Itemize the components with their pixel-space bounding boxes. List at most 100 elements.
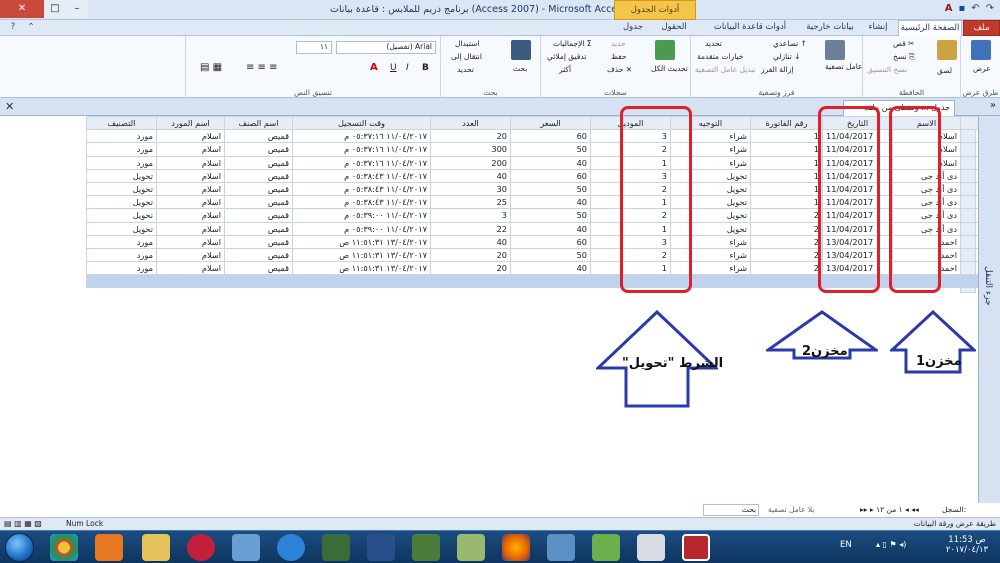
table-cell[interactable]: قميص (224, 142, 293, 157)
table-cell[interactable]: تحويل (86, 168, 157, 183)
table-cell[interactable]: ١١/٠٤/٢٠١٧ ٠٥:٣٨:٤٣ م (292, 195, 431, 210)
table-cell[interactable]: اسلام (156, 261, 225, 276)
table-cell[interactable]: اسلام (156, 234, 225, 249)
table-cell[interactable]: قميص (224, 247, 293, 263)
table-cell[interactable] (750, 274, 823, 289)
table-cell[interactable]: قميص (224, 261, 293, 276)
table-cell[interactable]: 3 (430, 208, 511, 223)
record-counter[interactable]: ◂◂ ◂ ١ من ١٢ ▸ ▸▸ (860, 505, 919, 514)
tab-file[interactable]: ملف (963, 20, 1000, 36)
tab-external-data[interactable]: بيانات خارجية (802, 20, 858, 36)
nav-pane-toggle-icon[interactable]: » (990, 100, 996, 111)
clock[interactable]: 11:53 ص ٢٠١٧/٠٤/١٣ (940, 535, 994, 555)
copy-button[interactable]: ⎘ نسخ (893, 52, 915, 62)
find-button[interactable]: بحث (513, 64, 527, 73)
table-cell[interactable]: اسلام (156, 247, 225, 263)
table-cell[interactable]: 300 (430, 142, 511, 157)
table-cell[interactable]: ١١/٠٤/٢٠١٧ ٠٥:٣٧:١٦ م (292, 155, 431, 170)
table-cell[interactable]: 60 (510, 129, 591, 144)
table-cell[interactable]: قميص (224, 208, 293, 223)
column-header[interactable]: العدد (430, 115, 511, 131)
filter-button[interactable]: عامل تصفية (825, 62, 863, 71)
table-cell[interactable]: 50 (510, 247, 591, 263)
tab-database-tools[interactable]: أدوات قاعدة البيانات (700, 20, 800, 36)
table-cell[interactable] (156, 274, 225, 289)
toggle-filter-button[interactable]: تبديل عامل التصفية (695, 65, 756, 74)
italic-button[interactable]: I (406, 63, 409, 73)
visual-basic-icon[interactable] (367, 534, 395, 561)
maximize-window-button[interactable]: □ (44, 0, 66, 18)
column-header[interactable]: التصنيف (86, 115, 157, 131)
spelling-button[interactable]: تدقيق إملائي (547, 52, 586, 61)
table-cell[interactable]: 40 (510, 195, 591, 210)
media-player-icon[interactable] (95, 534, 123, 561)
refresh-all-button[interactable]: تحديث الكل (651, 64, 688, 73)
gridlines-icon[interactable]: ▦ ▤ (200, 62, 222, 73)
notebook-icon[interactable] (547, 534, 575, 561)
view-switch-icons[interactable]: ▤ ▥ ▦ ▧ (4, 519, 42, 528)
table-cell[interactable]: مورد (86, 247, 157, 263)
table-cell[interactable]: 40 (430, 234, 511, 249)
tab-fields[interactable]: الحقول (652, 20, 696, 36)
align-buttons-icon[interactable]: ≡ ≡ ≡ (246, 62, 278, 73)
table-cell[interactable]: 50 (510, 142, 591, 157)
firefox-icon[interactable] (502, 534, 530, 561)
remove-sort-button[interactable]: إزالة الفرز (761, 65, 793, 74)
table-cell[interactable]: ١١/٠٤/٢٠١٧ ٠٥:٣٧:١٦ م (292, 129, 431, 144)
table-cell[interactable]: ١١/٠٤/٢٠١٧ ٠٥:٣٩:٠٠ م (292, 221, 431, 236)
table-cell[interactable]: 2 (750, 221, 823, 236)
undo-icon[interactable]: ↶ (971, 3, 979, 16)
table-cell[interactable]: اسلام (156, 221, 225, 236)
column-header[interactable]: اسم الصنف (224, 115, 293, 131)
table-cell[interactable]: ١١/٠٤/٢٠١٧ ٠٥:٣٩:٠٠ م (292, 208, 431, 223)
select-button[interactable]: تحديد (457, 65, 474, 74)
table-cell[interactable]: قميص (224, 168, 293, 183)
sort-descending-button[interactable]: ↓ تنازلي (773, 52, 800, 61)
table-cell[interactable]: 60 (510, 168, 591, 183)
table-cell[interactable]: اسلام (156, 142, 225, 157)
close-document-icon[interactable]: ✕ (5, 100, 14, 113)
paste-button[interactable]: لصق (937, 66, 952, 75)
table-cell[interactable]: 1 (750, 168, 823, 183)
save-record-button[interactable]: حفظ (611, 52, 627, 61)
table-cell[interactable]: تحويل (86, 221, 157, 236)
table-cell[interactable]: 1 (750, 195, 823, 210)
font-color-icon[interactable]: A (370, 62, 378, 73)
new-record-button[interactable]: جديد (611, 39, 626, 48)
mosque-app-icon[interactable] (412, 534, 440, 561)
tab-create[interactable]: إنشاء (858, 20, 898, 36)
table-cell[interactable]: قميص (224, 155, 293, 170)
table-cell[interactable]: ١١/٠٤/٢٠١٧ ٠٥:٣٨:٤٣ م (292, 168, 431, 183)
column-header[interactable]: وقت التسجيل (292, 115, 431, 131)
chrome-icon[interactable] (50, 534, 78, 561)
table-cell[interactable]: 2 (750, 247, 823, 263)
opera-icon[interactable] (187, 534, 215, 561)
table-cell[interactable] (292, 274, 431, 289)
table-cell[interactable]: 2 (750, 261, 823, 276)
table-cell[interactable]: 1 (750, 142, 823, 157)
underline-button[interactable]: U (390, 63, 397, 73)
filter-status[interactable]: بلا عامل تصفية (768, 505, 814, 514)
bluestacks-icon[interactable] (592, 534, 620, 561)
table-cell[interactable]: 2 (750, 208, 823, 223)
table-cell[interactable] (224, 274, 293, 289)
table-cell[interactable]: ١٣/٠٤/٢٠١٧ ١١:٥١:٣١ ص (292, 247, 431, 263)
table-cell[interactable]: اسلام (156, 129, 225, 144)
table-cell[interactable]: 20 (430, 247, 511, 263)
goto-button[interactable]: انتقال إلى (451, 52, 482, 61)
table-cell[interactable]: ١٣/٠٤/٢٠١٧ ١١:٥١:٣١ ص (292, 261, 431, 276)
paint-icon[interactable] (232, 534, 260, 561)
help-icon[interactable]: ? (6, 20, 20, 36)
column-header[interactable]: اسم المورد (156, 115, 225, 131)
table-cell[interactable]: تحويل (86, 181, 157, 197)
table-cell[interactable]: تحويل (86, 208, 157, 223)
navigation-pane[interactable]: جزء التنقل (978, 116, 1000, 503)
tab-table[interactable]: جدول (615, 20, 651, 36)
table-cell[interactable]: 1 (750, 181, 823, 197)
table-cell[interactable]: 200 (430, 155, 511, 170)
record-search-input[interactable]: بحث (703, 504, 759, 516)
table-cell[interactable]: ١٣/٠٤/٢٠١٧ ١١:٥١:٣١ ص (292, 234, 431, 249)
selection-button[interactable]: تحديد (705, 39, 722, 48)
table-cell[interactable]: قميص (224, 129, 293, 144)
table-cell[interactable]: مورد (86, 129, 157, 144)
